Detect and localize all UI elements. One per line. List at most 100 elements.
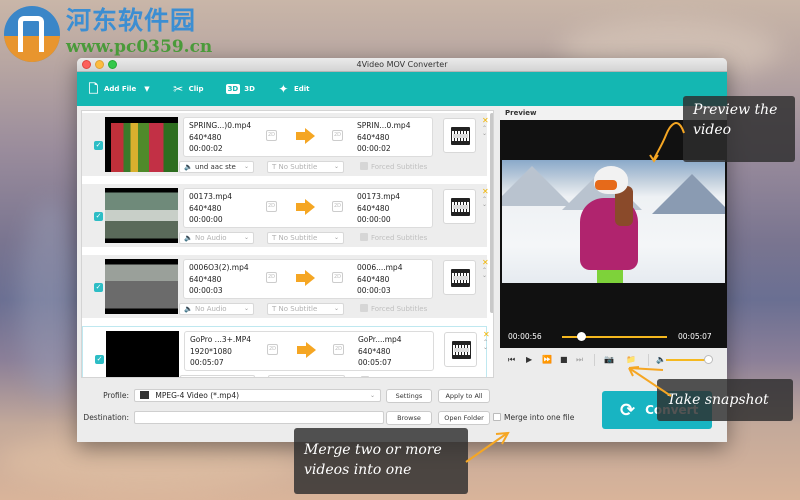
source-2d-badge: 2D	[267, 344, 278, 355]
file-checkbox[interactable]: ✓	[94, 212, 103, 221]
forced-subtitles-checkbox[interactable]: Forced Subtitles	[360, 303, 427, 315]
edit-sparkle-icon: ✦	[278, 82, 289, 96]
merge-callout: Merge two or more videos into one	[294, 428, 468, 494]
open-folder-button[interactable]: Open Folder	[438, 411, 490, 425]
browse-button[interactable]: Browse	[386, 411, 432, 425]
output-filename: 00173.mp4	[357, 192, 401, 201]
subtitle-select[interactable]: T No Subtitle ⌄	[268, 375, 345, 378]
forced-subtitles-label: Forced Subtitles	[371, 234, 428, 242]
video-thumbnail[interactable]	[105, 188, 178, 243]
skier-pants	[597, 270, 623, 283]
source-duration: 00:00:02	[189, 144, 223, 153]
forced-subtitles-checkbox[interactable]: Forced Subtitles	[360, 232, 427, 244]
source-info: SPRING...)0.mp4 640*480 00:00:02	[189, 120, 251, 155]
file-checkbox[interactable]: ✓	[94, 141, 103, 150]
output-resolution: 640*480	[358, 346, 391, 356]
subtitle-value: No Subtitle	[278, 305, 318, 313]
play-icon[interactable]: ▶	[526, 355, 532, 365]
audio-track-select[interactable]: 🔈 No Audio ⌄	[179, 303, 254, 315]
audio-track-select[interactable]: 🔈 und aac ste ⌄	[180, 375, 255, 378]
stop-icon[interactable]: ■	[560, 355, 568, 365]
subtitle-icon: T	[272, 163, 277, 171]
output-filename: SPRIN...0.mp4	[357, 121, 411, 130]
add-file-button[interactable]: 🗋 Add File ▼	[87, 82, 150, 96]
subtitle-value: No Subtitle	[280, 377, 319, 378]
forced-subtitles-box[interactable]	[360, 233, 368, 241]
merge-checkbox-box[interactable]	[493, 413, 501, 421]
subtitle-icon: T	[272, 234, 277, 242]
video-thumbnail[interactable]	[105, 259, 178, 314]
output-duration: 00:05:07	[358, 358, 392, 367]
file-row[interactable]: ✓ SPRING...)0.mp4 640*480 00:00:02 2D 2D SPRIN…	[82, 113, 489, 180]
add-file-icon: 🗋	[88, 82, 99, 96]
video-thumbnail[interactable]	[105, 117, 178, 172]
output-resolution: 640*480	[357, 274, 390, 284]
seek-handle[interactable]	[576, 332, 586, 341]
destination-input[interactable]	[134, 411, 384, 424]
player-controls: ⏮ ▶ ⏩ ■ ⏭ 📷 📁 🔈	[500, 348, 727, 372]
file-row[interactable]: ✓ 0006O3(2).mp4 640*480 00:00:03 2D 2D 0006...…	[82, 255, 489, 322]
preview-callout: Preview the video	[683, 96, 795, 162]
edit-button[interactable]: ✦ Edit	[277, 82, 309, 96]
playback-timeline: 00:00:56 00:05:07	[500, 326, 727, 348]
divider	[594, 354, 595, 366]
file-row[interactable]: ✓ GoPro ...3+.MP4 1920*1080 00:05:07 2D 2D GoP…	[82, 326, 490, 378]
output-format-button[interactable]	[443, 189, 476, 224]
source-duration: 00:00:03	[189, 286, 223, 295]
remove-file-icon[interactable]: ✕	[482, 259, 489, 267]
mountain-shape	[652, 174, 725, 214]
reorder-arrows-icon[interactable]: ⌃ ⌄	[482, 268, 487, 279]
subtitle-select[interactable]: T No Subtitle ⌄	[267, 232, 344, 244]
forced-subtitles-box[interactable]	[360, 162, 368, 170]
apply-to-all-button[interactable]: Apply to All	[438, 389, 490, 403]
remove-file-icon[interactable]: ✕	[482, 188, 489, 196]
output-format-button[interactable]	[443, 260, 476, 295]
forced-subtitles-checkbox[interactable]: Forced Subtitles	[361, 375, 428, 378]
profile-select[interactable]: MPEG-4 Video (*.mp4) ⌄	[134, 389, 381, 402]
chevron-down-icon: ⌄	[243, 163, 249, 170]
watermark-site-name: 河东软件园	[66, 6, 197, 35]
audio-track-value: und aac ste	[196, 377, 237, 378]
output-format-button[interactable]	[444, 332, 477, 367]
remove-file-icon[interactable]: ✕	[482, 117, 489, 125]
speaker-icon: 🔈	[185, 377, 194, 378]
fast-forward-icon[interactable]: ⏩	[542, 355, 552, 365]
forced-subtitles-box[interactable]	[360, 304, 368, 312]
film-format-icon	[451, 198, 470, 216]
file-list: ✓ SPRING...)0.mp4 640*480 00:00:02 2D 2D SPRIN…	[81, 110, 494, 378]
output-format-button[interactable]	[443, 118, 476, 153]
snapshot-camera-icon[interactable]: 📷	[604, 355, 614, 365]
chevron-down-icon: ⌄	[333, 305, 339, 312]
file-checkbox[interactable]: ✓	[95, 355, 104, 364]
forced-subtitles-checkbox[interactable]: Forced Subtitles	[360, 161, 427, 173]
source-duration: 00:05:07	[190, 358, 224, 367]
merge-checkbox[interactable]: Merge into one file	[493, 413, 574, 423]
output-filename: 0006....mp4	[357, 263, 403, 272]
volume-handle[interactable]	[703, 355, 713, 364]
output-duration: 00:00:02	[357, 144, 391, 153]
reorder-arrows-icon[interactable]: ⌃ ⌄	[482, 197, 487, 208]
reorder-arrows-icon[interactable]: ⌃ ⌄	[483, 340, 488, 351]
audio-track-select[interactable]: 🔈 und aac ste ⌄	[179, 161, 254, 173]
video-thumbnail[interactable]	[106, 331, 179, 377]
forced-subtitles-box[interactable]	[361, 376, 369, 377]
settings-button[interactable]: Settings	[386, 389, 432, 403]
3d-button[interactable]: 3D 3D	[225, 84, 255, 94]
remove-file-icon[interactable]: ✕	[483, 331, 490, 339]
file-checkbox[interactable]: ✓	[94, 283, 103, 292]
previous-frame-icon[interactable]: ⏮	[508, 355, 515, 365]
subtitle-select[interactable]: T No Subtitle ⌄	[267, 303, 344, 315]
toolbar: 🗋 Add File ▼ ✂ Clip 3D 3D ✦ Edit	[77, 72, 727, 106]
next-frame-icon[interactable]: ⏭	[576, 355, 583, 365]
source-resolution: 640*480	[189, 274, 222, 284]
list-scrollbar[interactable]	[490, 113, 493, 313]
reorder-arrows-icon[interactable]: ⌃ ⌄	[482, 126, 487, 137]
forced-subtitles-label: Forced Subtitles	[372, 377, 428, 378]
source-info: 0006O3(2).mp4 640*480 00:00:03	[189, 262, 249, 297]
audio-track-select[interactable]: 🔈 No Audio ⌄	[179, 232, 254, 244]
add-file-dropdown-icon[interactable]: ▼	[144, 85, 149, 93]
clip-button[interactable]: ✂ Clip	[172, 82, 203, 96]
file-row[interactable]: ✓ 00173.mp4 640*480 00:00:00 2D 2D 00173.mp4 64…	[82, 184, 489, 251]
source-duration: 00:00:00	[189, 215, 223, 224]
subtitle-select[interactable]: T No Subtitle ⌄	[267, 161, 344, 173]
